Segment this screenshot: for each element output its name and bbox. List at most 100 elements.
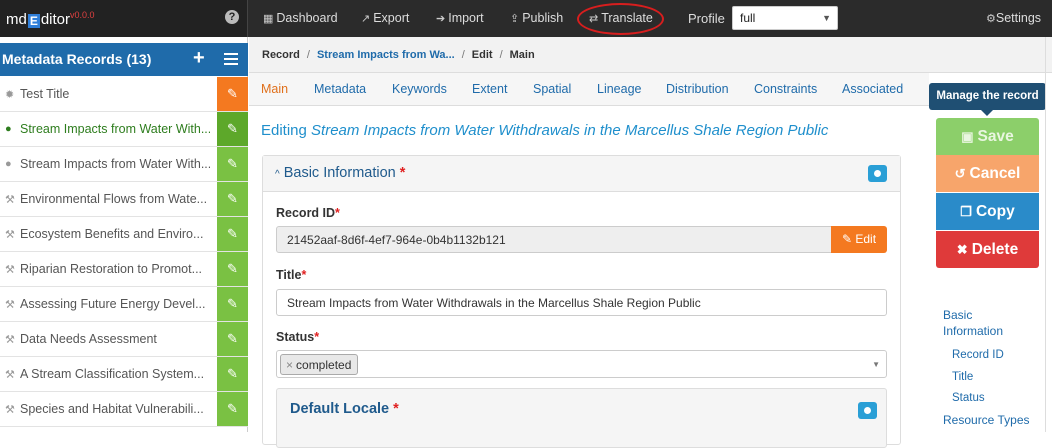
- panel-header[interactable]: ^ Basic Information *: [263, 156, 900, 192]
- tab-main[interactable]: Main: [261, 82, 288, 96]
- profile-value: full: [740, 11, 756, 25]
- edit-record-button[interactable]: ✎: [217, 357, 248, 391]
- editing-prefix: Editing: [261, 122, 307, 139]
- outline-record-id[interactable]: Record ID: [952, 349, 1004, 361]
- sidebar-record-item[interactable]: ⚒ Riparian Restoration to Promot... ✎: [0, 252, 248, 287]
- record-title: A Stream Classification System...: [20, 367, 205, 381]
- logo-e-icon: E: [27, 14, 40, 28]
- required-mark: *: [301, 268, 307, 282]
- edit-record-button[interactable]: ✎: [217, 147, 248, 181]
- edit-record-button[interactable]: ✎: [217, 77, 248, 111]
- manage-record-tooltip: Manage the record: [929, 83, 1046, 116]
- record-title: Stream Impacts from Water With...: [20, 157, 210, 171]
- tab-constraints[interactable]: Constraints: [754, 82, 817, 96]
- title-field[interactable]: Stream Impacts from Water Withdrawals in…: [276, 289, 887, 316]
- breadcrumb-edit[interactable]: Edit: [472, 49, 493, 61]
- edit-record-id-button[interactable]: ✎ Edit: [831, 226, 887, 253]
- outline-resource-types[interactable]: Resource Types: [943, 413, 1030, 427]
- sidebar-record-item[interactable]: ● Stream Impacts from Water With... ✎: [0, 112, 248, 147]
- nav-publish-label: Publish: [522, 11, 564, 25]
- tab-spatial[interactable]: Spatial: [533, 82, 571, 96]
- nav-publish[interactable]: ⇪ Publish: [510, 11, 563, 25]
- tab-keywords[interactable]: Keywords: [392, 82, 447, 96]
- nav-export[interactable]: ↗ Export: [361, 11, 409, 25]
- sidebar-record-item[interactable]: ⚒ Data Needs Assessment ✎: [0, 322, 248, 357]
- status-select[interactable]: × completed ▼: [276, 350, 887, 378]
- default-locale-title: Default Locale *: [290, 401, 399, 417]
- cancel-button[interactable]: ↺ Cancel: [936, 155, 1039, 192]
- panel-toggle-icon[interactable]: [858, 402, 877, 419]
- edit-record-button[interactable]: ✎: [217, 252, 248, 286]
- tab-distribution[interactable]: Distribution: [666, 82, 729, 96]
- copy-button[interactable]: ❐ Copy: [936, 193, 1039, 230]
- nav-export-label: Export: [373, 11, 410, 25]
- nav-dashboard[interactable]: ▦ Dashboard: [263, 11, 338, 25]
- sidebar-header: Metadata Records (13) +: [0, 43, 248, 76]
- sidebar-record-item[interactable]: ● Stream Impacts from Water With... ✎: [0, 147, 248, 182]
- translate-highlight-ring: [577, 3, 664, 35]
- remove-tag-icon[interactable]: ×: [286, 358, 293, 372]
- edit-record-button[interactable]: ✎: [217, 112, 248, 146]
- wrench-icon: ⚒: [5, 334, 15, 346]
- edit-record-button[interactable]: ✎: [217, 392, 248, 426]
- wrench-icon: ⚒: [5, 229, 15, 241]
- gear-icon: ✹: [5, 89, 15, 101]
- sidebar-record-item[interactable]: ⚒ Assessing Future Energy Devel... ✎: [0, 287, 248, 322]
- help-icon[interactable]: ?: [225, 10, 239, 24]
- record-title: Data Needs Assessment: [20, 332, 157, 346]
- settings-link[interactable]: ⚙Settings: [986, 11, 1041, 25]
- status-label-text: Status: [276, 330, 315, 344]
- add-record-icon[interactable]: +: [193, 47, 205, 70]
- sidebar-record-item[interactable]: ⚒ Environmental Flows from Wate... ✎: [0, 182, 248, 217]
- save-label: Save: [977, 128, 1014, 145]
- breadcrumb-record-title[interactable]: Stream Impacts from Wa...: [317, 49, 455, 61]
- edit-button-label: Edit: [855, 232, 877, 246]
- sidebar-record-item[interactable]: ⚒ Ecosystem Benefits and Enviro... ✎: [0, 217, 248, 252]
- title-label-text: Title: [276, 268, 302, 282]
- sidebar-record-item[interactable]: ✹ Test Title ✎: [0, 77, 248, 112]
- outline-status[interactable]: Status: [952, 392, 985, 404]
- tab-extent[interactable]: Extent: [472, 82, 507, 96]
- chevron-up-icon: ^: [275, 169, 280, 180]
- sidebar-record-item[interactable]: ⚒ A Stream Classification System... ✎: [0, 357, 248, 392]
- edit-record-button[interactable]: ✎: [217, 287, 248, 321]
- nav-import[interactable]: ➔ Import: [436, 11, 484, 25]
- default-locale-panel: Default Locale *: [276, 388, 887, 448]
- panel-toggle-icon[interactable]: [868, 165, 887, 182]
- outline-basic-information[interactable]: Basic Information: [943, 307, 1023, 339]
- edit-record-button[interactable]: ✎: [217, 322, 248, 356]
- tab-lineage[interactable]: Lineage: [597, 82, 642, 96]
- pencil-icon: ✎: [841, 232, 853, 246]
- save-button[interactable]: ▣ Save: [936, 118, 1039, 155]
- record-id-label-text: Record ID: [276, 206, 336, 220]
- outline-title[interactable]: Title: [952, 371, 973, 383]
- breadcrumb-record[interactable]: Record: [262, 49, 300, 61]
- sidebar-record-item[interactable]: ⚒ Species and Habitat Vulnerabili... ✎: [0, 392, 248, 427]
- record-id-field[interactable]: 21452aaf-8d6f-4ef7-964e-0b4b1132b121: [276, 226, 832, 253]
- edit-record-button[interactable]: ✎: [217, 217, 248, 251]
- required-mark: *: [335, 206, 340, 220]
- delete-button[interactable]: ✖ Delete: [936, 231, 1039, 268]
- wrench-icon: ⚒: [5, 369, 15, 381]
- status-label: Status*: [276, 330, 319, 344]
- wrench-icon: ⚒: [5, 299, 15, 311]
- tab-associated[interactable]: Associated: [842, 82, 903, 96]
- top-navbar: md Editorv0.0.0 ? ▦ Dashboard ↗ Export ➔ Imp…: [0, 0, 1052, 37]
- record-title: Stream Impacts from Water With...: [20, 122, 210, 136]
- record-title: Ecosystem Benefits and Enviro...: [20, 227, 204, 241]
- panel-title-text: Basic Information: [283, 165, 396, 181]
- globe-icon: ●: [5, 123, 12, 135]
- record-title: Environmental Flows from Wate...: [20, 192, 208, 206]
- tab-metadata[interactable]: Metadata: [314, 82, 366, 96]
- app-logo[interactable]: md Editorv0.0.0: [6, 10, 95, 28]
- edit-record-button[interactable]: ✎: [217, 182, 248, 216]
- nav-import-label: Import: [448, 11, 484, 25]
- publish-icon: ⇪: [510, 13, 520, 25]
- close-icon: ✖: [956, 242, 968, 257]
- required-mark: *: [393, 401, 399, 417]
- profile-select[interactable]: full ▼: [732, 6, 838, 30]
- cancel-label: Cancel: [969, 165, 1021, 182]
- gear-icon: ⚙: [986, 13, 996, 25]
- required-mark: *: [399, 165, 406, 181]
- list-view-icon[interactable]: [224, 53, 238, 65]
